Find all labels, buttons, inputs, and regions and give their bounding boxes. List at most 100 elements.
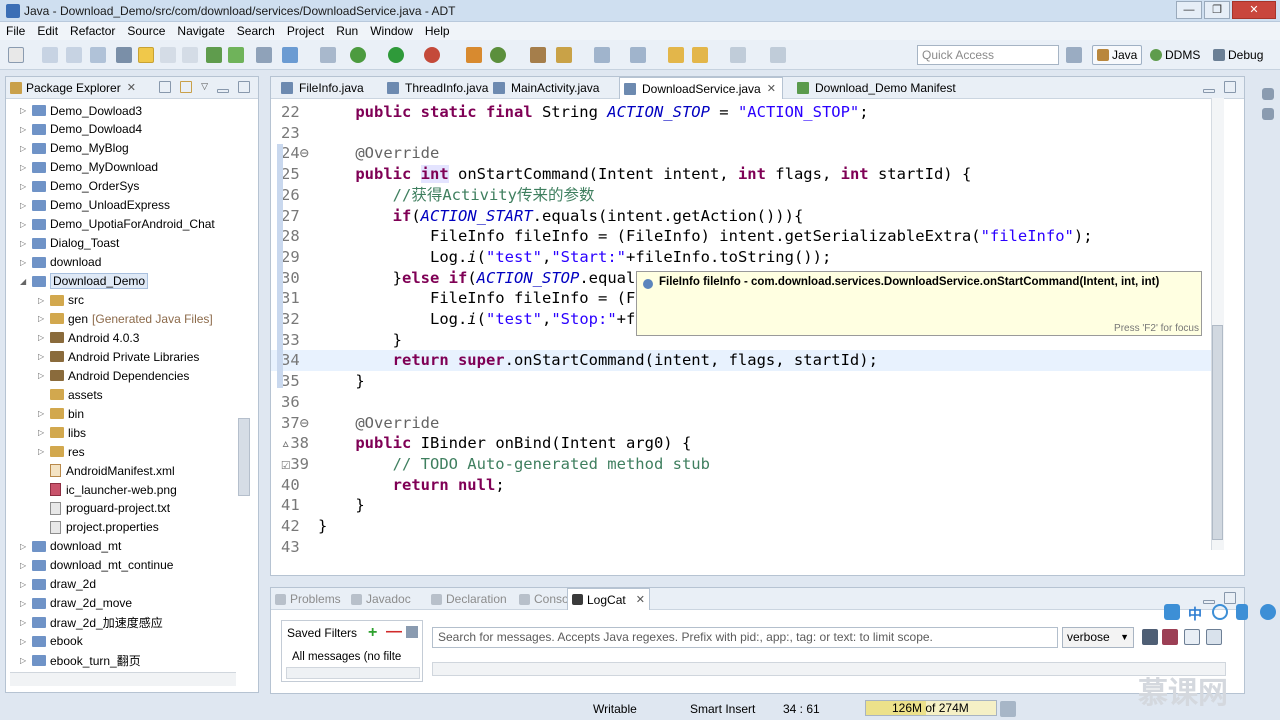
settings-gear-icon[interactable]: [1260, 604, 1276, 620]
emoji-icon[interactable]: [1212, 604, 1228, 620]
collapsed-arrow-icon[interactable]: ▷: [20, 106, 30, 115]
minimize-editor-icon[interactable]: [1203, 89, 1215, 93]
print-icon[interactable]: [90, 47, 106, 63]
pin-editor-icon[interactable]: [770, 47, 786, 63]
tree-item[interactable]: ▷ res: [38, 442, 85, 461]
close-button[interactable]: ✕: [1232, 1, 1276, 19]
code-line[interactable]: 29 Log.i("test","Start:"+fileInfo.toStri…: [271, 247, 1211, 268]
show-whitespace-icon[interactable]: [182, 47, 198, 63]
menu-edit[interactable]: Edit: [31, 24, 64, 38]
collapsed-arrow-icon[interactable]: ▷: [20, 125, 30, 134]
remove-filter-icon[interactable]: —: [386, 623, 402, 641]
code-line[interactable]: 34 return super.onStartCommand(intent, f…: [271, 350, 1211, 372]
tree-item[interactable]: project.properties: [38, 518, 159, 537]
collapsed-arrow-icon[interactable]: ▷: [20, 542, 30, 551]
link-with-editor-icon[interactable]: [180, 81, 193, 93]
open-type-icon[interactable]: [530, 47, 546, 63]
code-line[interactable]: 24⊖ @Override: [271, 143, 1211, 164]
collapsed-arrow-icon[interactable]: ▷: [20, 144, 30, 153]
tab-declaration[interactable]: Declaration: [431, 588, 507, 610]
tree-item[interactable]: ▷ Demo_MyBlog: [20, 139, 129, 158]
tree-item[interactable]: ▷ draw_2d_move: [20, 594, 132, 613]
collapsed-arrow-icon[interactable]: ▷: [20, 182, 30, 191]
save-log-icon[interactable]: [1142, 629, 1158, 645]
collapsed-arrow-icon[interactable]: ▷: [38, 447, 48, 456]
pen-icon[interactable]: [1236, 604, 1248, 620]
tree-item[interactable]: ▷ Dialog_Toast: [20, 234, 119, 253]
tree-item[interactable]: AndroidManifest.xml: [38, 461, 175, 480]
skip-breakpoints-icon[interactable]: [320, 47, 336, 63]
close-icon[interactable]: ✕: [636, 593, 645, 606]
code-line[interactable]: 40 return null;: [271, 475, 1211, 496]
menu-source[interactable]: Source: [121, 24, 171, 38]
next-annotation-icon[interactable]: [594, 47, 610, 63]
perspective-java[interactable]: Java: [1092, 45, 1143, 65]
save-all-icon[interactable]: [66, 47, 82, 63]
collapsed-arrow-icon[interactable]: ▷: [20, 618, 30, 627]
editor-tab[interactable]: MainActivity.java: [489, 77, 605, 99]
tree-item[interactable]: ▷ Android Private Libraries: [38, 347, 199, 366]
collapsed-arrow-icon[interactable]: ▷: [38, 333, 48, 342]
tree-item[interactable]: ▷ ebook_turn_翻页: [20, 651, 141, 670]
code-line[interactable]: 25 public int onStartCommand(Intent inte…: [271, 164, 1211, 185]
menu-search[interactable]: Search: [231, 24, 281, 38]
scroll-lock-icon[interactable]: [1206, 629, 1222, 645]
tree-item[interactable]: ▷ libs: [38, 423, 86, 442]
menu-file[interactable]: File: [0, 24, 31, 38]
editor-tab[interactable]: DownloadService.java ✕: [619, 77, 783, 99]
clear-log-icon[interactable]: [1162, 629, 1178, 645]
view-menu-icon[interactable]: ▽: [201, 81, 208, 93]
tree-item[interactable]: ▷ ebook: [20, 632, 83, 651]
tab-javadoc[interactable]: Javadoc: [351, 588, 411, 610]
code-line[interactable]: 42}: [271, 516, 1211, 537]
collapsed-arrow-icon[interactable]: ▷: [20, 258, 30, 267]
tree-item[interactable]: ▷ download_mt_continue: [20, 556, 173, 575]
logcat-hscrollbar[interactable]: [432, 662, 1226, 676]
tree-item[interactable]: ▷ Android Dependencies: [38, 366, 189, 385]
maximize-editor-icon[interactable]: [1224, 81, 1236, 93]
debug-icon[interactable]: [350, 47, 366, 63]
tree-item[interactable]: assets: [38, 385, 103, 404]
collapsed-arrow-icon[interactable]: ▷: [20, 163, 30, 172]
tree-item[interactable]: ▷ gen [Generated Java Files]: [38, 309, 213, 328]
outline-icon[interactable]: [1262, 88, 1274, 100]
collapsed-arrow-icon[interactable]: ▷: [38, 352, 48, 361]
run-icon[interactable]: [388, 47, 404, 63]
lint-icon[interactable]: [256, 47, 272, 63]
log-level-select[interactable]: verbose ▼: [1062, 627, 1134, 648]
tree-item[interactable]: ▷ draw_2d_加速度感应: [20, 613, 163, 632]
quick-access-input[interactable]: Quick Access: [917, 45, 1059, 65]
new-icon[interactable]: [8, 47, 24, 63]
collapsed-arrow-icon[interactable]: ▷: [20, 580, 30, 589]
tree-item[interactable]: ▷ src: [38, 291, 84, 310]
tree-item[interactable]: ◢ Download_Demo: [20, 272, 149, 291]
tree-item[interactable]: ▷ download_mt: [20, 537, 121, 556]
collapse-all-icon[interactable]: [159, 81, 172, 93]
perspective-debug[interactable]: Debug: [1209, 45, 1267, 65]
tree-item[interactable]: proguard-project.txt: [38, 499, 170, 518]
menu-navigate[interactable]: Navigate: [171, 24, 230, 38]
tree-item[interactable]: ▷ Demo_OrderSys: [20, 177, 139, 196]
minimize-panel-icon[interactable]: [1203, 600, 1215, 604]
menu-window[interactable]: Window: [364, 24, 419, 38]
run-gc-icon[interactable]: [1000, 701, 1016, 717]
menu-project[interactable]: Project: [281, 24, 330, 38]
code-line[interactable]: 43: [271, 537, 1211, 558]
display-saved-filters-icon[interactable]: [1184, 629, 1200, 645]
logcat-search-input[interactable]: Search for messages. Accepts Java regexe…: [432, 627, 1058, 648]
add-filter-icon[interactable]: +: [368, 624, 377, 642]
code-line[interactable]: 37⊖ @Override: [271, 413, 1211, 434]
code-line[interactable]: 28 FileInfo fileInfo = (FileInfo) intent…: [271, 226, 1211, 247]
code-line[interactable]: 23: [271, 123, 1211, 144]
menu-refactor[interactable]: Refactor: [64, 24, 121, 38]
package-explorer-hscrollbar[interactable]: [10, 672, 236, 686]
tree-item[interactable]: ic_launcher-web.png: [38, 480, 177, 499]
tree-item[interactable]: ▷ download: [20, 253, 101, 272]
menu-help[interactable]: Help: [419, 24, 456, 38]
collapsed-arrow-icon[interactable]: ▷: [38, 296, 48, 305]
saved-filter-item[interactable]: All messages (no filte: [292, 651, 420, 663]
saved-filters-hscrollbar[interactable]: [286, 667, 420, 679]
collapsed-arrow-icon[interactable]: ▷: [20, 239, 30, 248]
close-icon[interactable]: ✕: [767, 82, 776, 95]
block-selection-icon[interactable]: [160, 47, 176, 63]
